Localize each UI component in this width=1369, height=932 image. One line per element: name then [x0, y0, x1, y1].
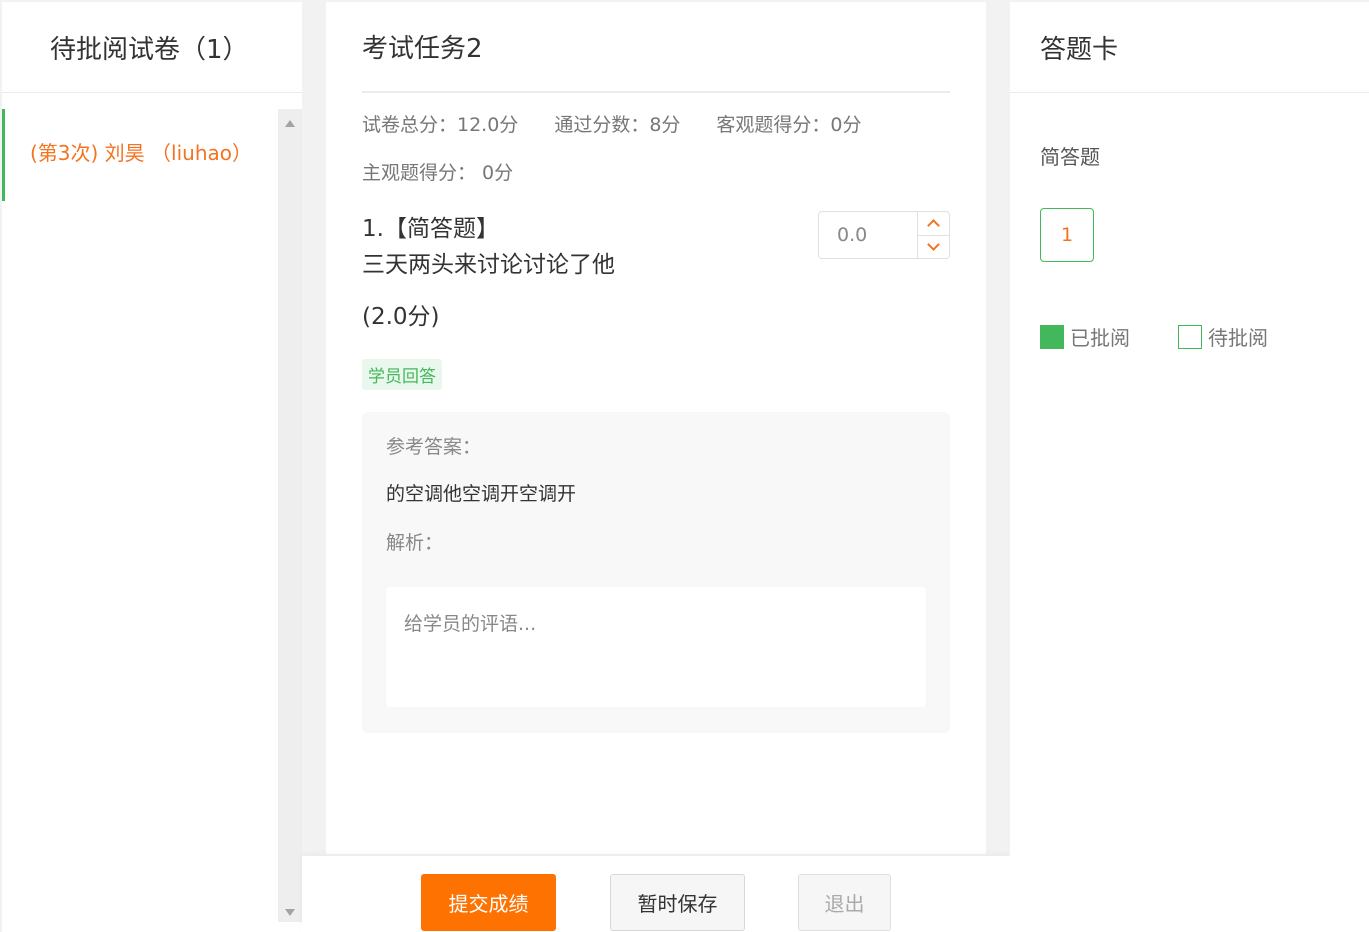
scroll-down-arrow-icon[interactable] [285, 909, 295, 916]
answer-card-panel: 答题卡 简答题 1 已批阅 待批阅 [1010, 2, 1369, 932]
answer-box: 参考答案： 的空调他空调开空调开 解析： 给学员的评语... [362, 412, 950, 733]
exam-title: 考试任务2 [362, 2, 950, 93]
exit-button[interactable]: 退出 [798, 874, 891, 931]
submit-grades-button[interactable]: 提交成绩 [421, 874, 556, 931]
legend-done-label: 已批阅 [1070, 326, 1130, 350]
legend-done: 已批阅 [1040, 322, 1130, 351]
pass-score: 通过分数：8分 [554, 114, 681, 136]
total-score: 试卷总分：12.0分 [362, 114, 519, 136]
question-points: (2.0分) [362, 304, 440, 330]
pending-papers-title: 待批阅试卷（1） [2, 2, 302, 93]
subjective-score: 主观题得分： 0分 [362, 162, 514, 184]
grading-page: 待批阅试卷（1） (第3次) 刘昊 （liuhao） 考试任务2 试卷总分：12… [0, 0, 1369, 932]
graded-swatch-icon [1040, 324, 1064, 349]
pending-papers-list: (第3次) 刘昊 （liuhao） [2, 109, 276, 918]
objective-score: 客观题得分：0分 [716, 114, 862, 136]
score-stepper[interactable]: 0.0 [818, 211, 950, 259]
scrollbar[interactable] [278, 109, 302, 922]
action-bar: 提交成绩 暂时保存 退出 [302, 856, 1010, 932]
legend-pending: 待批阅 [1178, 322, 1268, 351]
section-label: 简答题 [1040, 145, 1100, 169]
question-block: 1.【简答题】 三天两头来讨论讨论了他 (2.0分) 0.0 学员回答 参考答案… [362, 211, 950, 733]
comment-input[interactable]: 给学员的评语... [386, 587, 926, 707]
increment-button[interactable] [918, 212, 949, 235]
score-summary: 试卷总分：12.0分 通过分数：8分 客观题得分：0分 主观题得分： 0分 [362, 111, 950, 207]
answer-card-title: 答题卡 [1010, 2, 1369, 93]
student-entry-label: (第3次) 刘昊 （liuhao） [30, 141, 253, 165]
legend-pending-label: 待批阅 [1208, 326, 1268, 350]
list-item[interactable]: (第3次) 刘昊 （liuhao） [2, 109, 276, 201]
student-answer-tag: 学员回答 [362, 359, 442, 390]
pending-swatch-icon [1178, 324, 1202, 349]
exam-panel: 考试任务2 试卷总分：12.0分 通过分数：8分 客观题得分：0分 主观题得分：… [326, 2, 986, 854]
reference-answer-label: 参考答案： [386, 436, 482, 458]
analysis-label: 解析： [386, 532, 444, 554]
reference-answer-text: 的空调他空调开空调开 [386, 483, 577, 505]
legend: 已批阅 待批阅 [1040, 322, 1369, 351]
stepper-buttons [917, 212, 949, 258]
pending-papers-panel: 待批阅试卷（1） (第3次) 刘昊 （liuhao） [2, 2, 302, 932]
save-draft-button[interactable]: 暂时保存 [610, 874, 745, 931]
decrement-button[interactable] [918, 234, 949, 259]
scroll-up-arrow-icon[interactable] [285, 120, 295, 127]
score-input[interactable]: 0.0 [819, 212, 917, 258]
chevron-up-icon [927, 219, 940, 233]
question-card-item[interactable]: 1 [1040, 208, 1094, 262]
chevron-down-icon [927, 237, 940, 251]
